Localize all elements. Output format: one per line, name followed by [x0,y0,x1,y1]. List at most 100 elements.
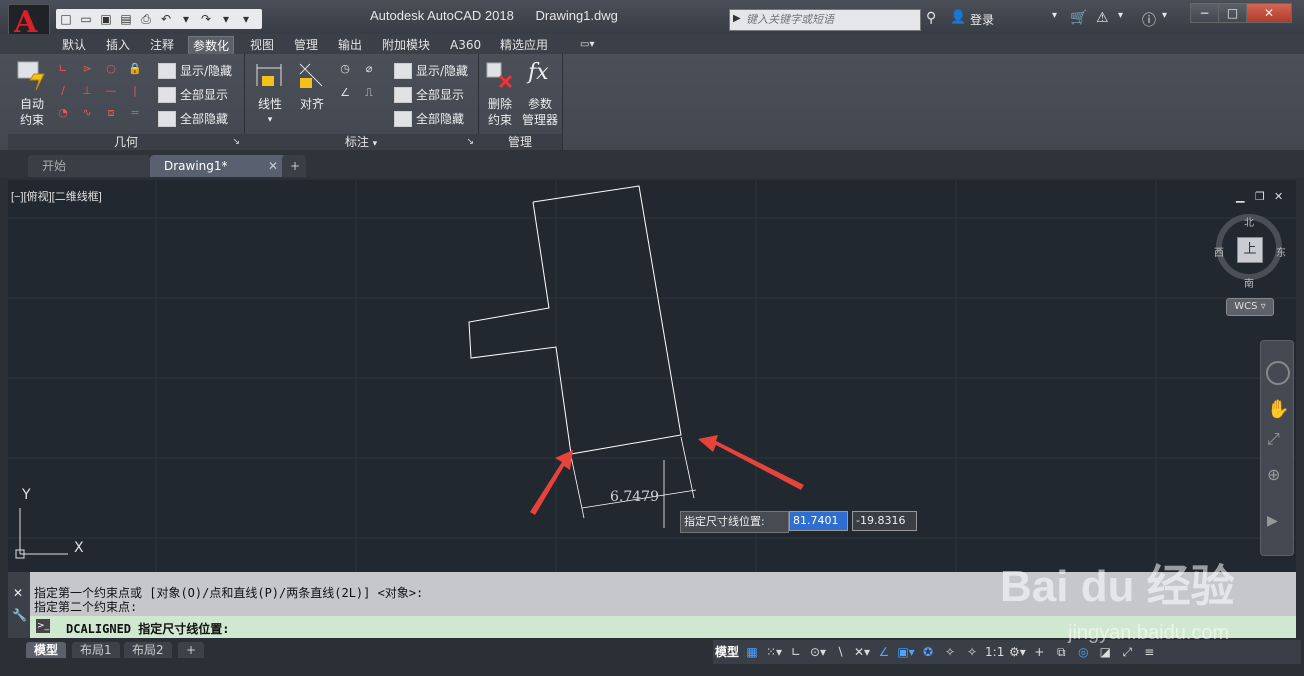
horizontal-icon[interactable]: — [104,84,118,98]
undo-icon[interactable]: ↶ [157,11,175,27]
dialog-launcher-icon[interactable]: ↘ [232,134,240,150]
undo-dropdown-icon[interactable]: ▾ [177,11,195,27]
compass-north[interactable]: 北 [1244,214,1254,229]
transparency-icon[interactable]: ▣▾ [897,642,915,662]
search-expand-icon[interactable]: ▶ [733,13,741,24]
ribbon-options-icon[interactable]: ▭▾ [576,36,598,54]
layout-tab-1[interactable]: 布局1 [72,642,120,658]
model-space-button[interactable]: 模型 [715,642,739,662]
parameters-manager-button[interactable]: 参数 管理器 [518,96,562,128]
redo-icon[interactable]: ↷ [197,11,215,27]
dim-dialog-launcher-icon[interactable]: ↘ [466,134,474,150]
parameters-manager-icon[interactable]: fx [528,60,549,85]
layout-tab-2[interactable]: 布局2 [124,642,172,658]
search-box[interactable]: ▶ [729,9,921,31]
tab-annotate[interactable]: 注释 [146,36,178,54]
aligned-dimension-icon[interactable] [296,60,326,90]
dimensional-show-hide-button[interactable]: 显示/隐藏 [394,62,468,79]
cart-icon[interactable]: 🛒 [1070,10,1087,26]
workspace-gear-icon[interactable]: ⚙▾ [1008,642,1026,662]
smooth-icon[interactable]: ∿ [80,106,94,120]
steering-wheel-icon[interactable] [1266,361,1290,385]
tab-a360[interactable]: A360 [446,36,485,54]
help-icon[interactable]: ⓘ [1142,10,1156,30]
doc-tab-start[interactable]: 开始 [28,155,150,177]
save-icon[interactable]: ▣ [97,11,115,27]
close-command-line-icon[interactable]: ✕ [13,586,23,600]
minimize-button[interactable]: − [1190,3,1219,23]
grid-icon[interactable]: ▦ [743,642,761,662]
symmetric-icon[interactable]: ⧈ [104,106,118,120]
customize-wrench-icon[interactable]: 🔧 [12,608,27,622]
tangent-icon[interactable]: ◔ [56,106,70,120]
customize-qat-icon[interactable]: ▾ [237,11,255,27]
radius-icon[interactable]: ◷ [338,62,352,76]
convert-icon[interactable]: ⎍ [362,86,376,100]
viewcube-top-face[interactable]: 上 [1237,237,1263,263]
aligned-button[interactable]: 对齐 [296,96,328,112]
new-file-icon[interactable]: □ [57,11,75,27]
concentric-icon[interactable]: ○ [104,62,118,76]
linear-dropdown-icon[interactable]: ▾ [254,112,286,128]
snap-icon[interactable]: ⁙▾ [765,642,783,662]
tab-manage[interactable]: 管理 [290,36,322,54]
print-icon[interactable]: ⎙ [137,11,155,27]
tab-default[interactable]: 默认 [58,36,90,54]
isodraft-icon[interactable]: ∖ [831,642,849,662]
save-as-icon[interactable]: ▤ [117,11,135,27]
add-layout-plus-icon[interactable]: + [178,642,205,658]
annotation-scale-icon[interactable]: ✧ [963,642,981,662]
wcs-menu[interactable]: WCS ▿ [1226,298,1274,316]
dimensional-panel-footer[interactable]: 标注 ▾ ↘ [244,134,478,150]
login-button[interactable]: 登录 [970,11,994,28]
viewport-minimize-icon[interactable]: ▁ [1236,190,1244,203]
viewport-restore-icon[interactable]: ❐ [1255,190,1265,203]
isolate-objects-icon[interactable]: ◪ [1096,642,1114,662]
tab-view[interactable]: 视图 [246,36,278,54]
perpendicular-icon[interactable]: ⊥ [80,84,94,98]
tab-insert[interactable]: 插入 [102,36,134,54]
open-file-icon[interactable]: ▭ [77,11,95,27]
viewport-close-icon[interactable]: ✕ [1274,190,1283,203]
customize-status-icon[interactable]: ≡ [1140,642,1158,662]
auto-constrain-button[interactable]: 自动 约束 [12,96,52,128]
compass-west[interactable]: 西 [1214,244,1224,259]
linear-button[interactable]: 线性 ▾ [254,96,286,128]
lineweight-icon[interactable]: ∠ [875,642,893,662]
vertical-icon[interactable]: | [128,84,142,98]
tab-addins[interactable]: 附加模块 [378,36,434,54]
fix-icon[interactable]: 🔒 [128,62,142,76]
geometry-hide-all-button[interactable]: 全部隐藏 [158,110,228,127]
close-button[interactable]: ✕ [1246,3,1292,23]
binoculars-icon[interactable]: ⚲ [926,10,936,26]
connect-icon[interactable]: ⚠ [1096,10,1109,26]
delete-constraints-button[interactable]: 删除 约束 [480,96,520,128]
diameter-icon[interactable]: ⌀ [362,62,376,76]
login-dropdown-icon[interactable]: ▾ [1052,10,1057,21]
compass-south[interactable]: 南 [1244,275,1254,290]
dimensional-hide-all-button[interactable]: 全部隐藏 [394,110,464,127]
new-tab-plus-icon[interactable]: + [282,155,306,177]
search-input[interactable] [744,11,918,29]
dynamic-input-y-field[interactable]: -19.8316 [852,511,917,531]
auto-scale-icon[interactable]: ✧ [941,642,959,662]
parallel-icon[interactable]: ∕ [56,84,70,98]
layout-tab-model[interactable]: 模型 [26,642,67,658]
redo-dropdown-icon[interactable]: ▾ [217,11,235,27]
linear-dimension-icon[interactable] [254,60,284,90]
orbit-icon[interactable]: ⊕ [1267,465,1280,484]
user-icon[interactable]: 👤 [950,10,966,25]
polar-icon[interactable]: ⊙▾ [809,642,827,662]
units-icon[interactable]: ⧉ [1052,642,1070,662]
equal-icon[interactable]: = [128,106,142,120]
dimensional-show-all-button[interactable]: 全部显示 [394,86,464,103]
dynamic-input-x-field[interactable]: 81.7401 [789,511,848,531]
annotation-visibility-icon[interactable]: ✪ [919,642,937,662]
coincident-icon[interactable]: ∟ [56,62,70,76]
compass-east[interactable]: 东 [1276,244,1286,259]
fullscreen-icon[interactable]: ⤢ [1118,642,1136,662]
zoom-extents-icon[interactable]: ⤢ [1267,429,1280,449]
angular-icon[interactable]: ∠ [338,86,352,100]
doc-tab-drawing[interactable]: Drawing1* ✕ [150,155,286,177]
connect-dropdown-icon[interactable]: ▾ [1118,10,1123,21]
